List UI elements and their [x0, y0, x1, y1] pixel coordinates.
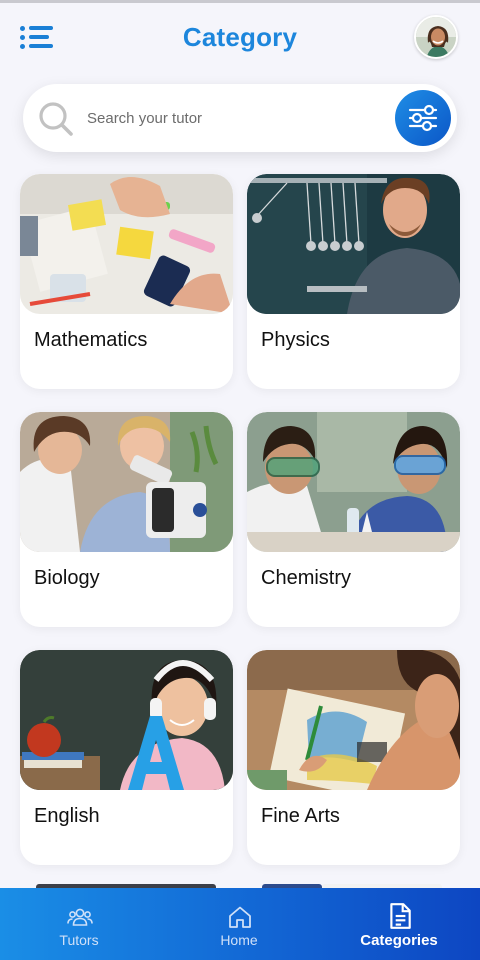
category-label: Chemistry — [261, 567, 352, 589]
category-label: Fine Arts — [261, 805, 340, 827]
search-input[interactable] — [87, 106, 387, 130]
category-card-physics[interactable]: Physics — [247, 174, 460, 389]
users-icon — [67, 908, 93, 926]
sliders-icon — [408, 104, 438, 132]
nav-item-home[interactable]: Home — [164, 888, 314, 960]
home-icon — [229, 906, 251, 928]
english-photo — [20, 650, 233, 790]
nav-item-tutors[interactable]: Tutors — [4, 888, 154, 960]
bottom-navigation: Tutors Home Categories — [0, 888, 480, 960]
category-label: Biology — [34, 567, 100, 589]
filter-button[interactable] — [395, 90, 451, 146]
nav-label: Categories — [360, 932, 438, 949]
category-label: Physics — [261, 329, 330, 351]
physics-photo — [247, 174, 460, 314]
chemistry-photo — [247, 412, 460, 552]
nav-item-categories[interactable]: Categories — [324, 888, 474, 960]
category-card-english[interactable]: English — [20, 650, 233, 865]
nav-label: Tutors — [59, 932, 99, 948]
category-card-fine-arts[interactable]: Fine Arts — [247, 650, 460, 865]
category-label: Mathematics — [34, 329, 148, 351]
category-card-mathematics[interactable]: Mathematics — [20, 174, 233, 389]
category-card-chemistry[interactable]: Chemistry — [247, 412, 460, 627]
category-label: English — [34, 805, 100, 827]
category-screen: Category Search your tutor Mathematics P… — [0, 0, 480, 960]
mathematics-photo — [20, 174, 233, 314]
document-icon — [390, 903, 411, 929]
nav-label: Home — [220, 932, 258, 948]
page-title: Category — [182, 22, 298, 52]
search-icon — [39, 102, 73, 136]
biology-photo — [20, 412, 233, 552]
fine-arts-photo — [247, 650, 460, 790]
app-header: Category — [0, 0, 480, 78]
search-bar — [23, 84, 457, 152]
avatar[interactable] — [414, 15, 458, 59]
category-card-biology[interactable]: Biology — [20, 412, 233, 627]
